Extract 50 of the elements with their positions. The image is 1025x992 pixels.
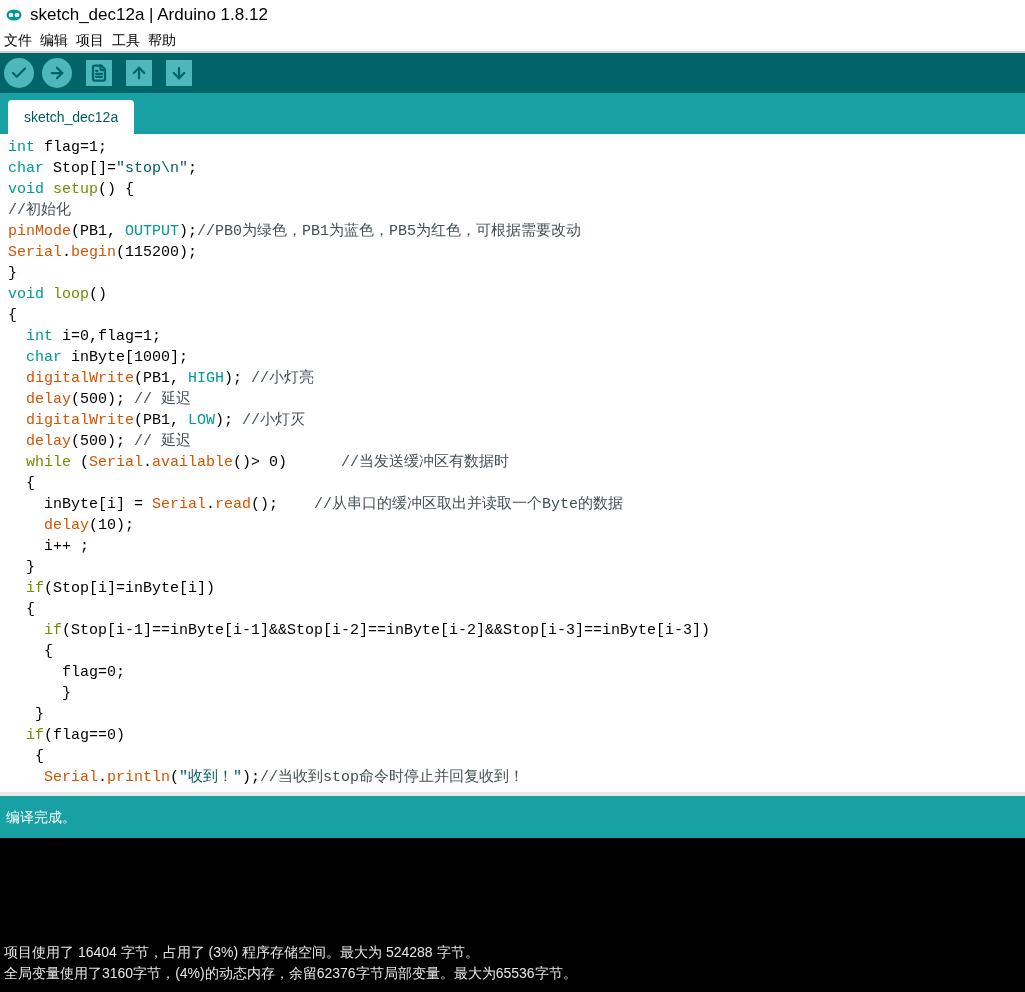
- console-line: 全局变量使用了3160字节，(4%)的动态内存，余留62376字节局部变量。最大为65536字节。: [4, 964, 577, 983]
- code-line: //初始化: [8, 200, 71, 221]
- code-line: Serial.println("收到！");//当收到stop命令时停止并回复收到！: [43, 767, 525, 788]
- code-line: void loop(): [8, 285, 108, 305]
- menu-item[interactable]: 文件: [4, 30, 32, 51]
- code-line: pinMode(PB1, OUTPUT);//PB0为绿色，PB1为蓝色，PB5为红色，可根据需要改动: [8, 221, 582, 242]
- arrow-down-icon: [170, 64, 188, 82]
- code-line: int flag=1;: [8, 138, 108, 158]
- code-line: delay(500); // 延迟: [25, 431, 192, 452]
- code-line: i++ ;: [43, 537, 89, 557]
- menu-item[interactable]: 帮助: [148, 30, 176, 51]
- code-line: }: [25, 558, 35, 578]
- verify-button[interactable]: [4, 58, 34, 88]
- status-message: 编译完成。: [6, 807, 76, 827]
- code-line: {: [43, 642, 53, 662]
- code-line: }: [61, 684, 71, 704]
- code-line: int i=0,flag=1;: [25, 327, 162, 347]
- save-button[interactable]: [166, 60, 192, 86]
- code-line: if(flag==0): [25, 726, 126, 746]
- new-button[interactable]: [86, 60, 112, 86]
- code-line: delay(10);: [43, 516, 135, 536]
- upload-button[interactable]: [42, 58, 72, 88]
- code-line: }: [34, 705, 44, 725]
- file-tab[interactable]: sketch_dec12a: [8, 100, 135, 134]
- code-line: inByte[i] = Serial.read(); //从串口的缓冲区取出并读取一个Byte的数据: [43, 494, 624, 515]
- menu-item[interactable]: 工具: [112, 30, 140, 51]
- code-line: void setup() {: [8, 180, 135, 200]
- open-button[interactable]: [126, 60, 152, 86]
- code-line: if(Stop[i-1]==inByte[i-1]&&Stop[i-2]==inByte[i-2]&&Stop[i-3]==inByte[i-3]): [43, 621, 711, 641]
- code-line: while (Serial.available()> 0) //当发送缓冲区有数据时: [25, 452, 510, 473]
- code-line: {: [25, 474, 35, 494]
- menu-item[interactable]: 项目: [76, 30, 104, 51]
- code-line: digitalWrite(PB1, LOW); //小灯灭: [25, 410, 306, 431]
- code-line: char inByte[1000];: [25, 348, 189, 368]
- document-icon: [90, 64, 108, 82]
- app-logo-icon: [6, 9, 22, 21]
- window-title: sketch_dec12a | Arduino 1.8.12: [30, 4, 268, 27]
- arrow-right-icon: [48, 64, 66, 82]
- console-line: 项目使用了 16404 字节，占用了 (3%) 程序存储空间。最大为 524288 字节。: [4, 943, 479, 962]
- code-line: char Stop[]="stop\n";: [8, 159, 198, 179]
- code-line: delay(500); // 延迟: [25, 389, 192, 410]
- code-line: flag=0;: [61, 663, 126, 683]
- code-line: Serial.begin(115200);: [8, 243, 198, 263]
- code-line: {: [25, 600, 35, 620]
- code-line: }: [8, 264, 17, 284]
- code-line: {: [8, 306, 17, 326]
- code-line: if(Stop[i]=inByte[i]): [25, 579, 216, 599]
- code-line: digitalWrite(PB1, HIGH); //小灯亮: [25, 368, 315, 389]
- menu-item[interactable]: 编辑: [40, 30, 68, 51]
- code-line: {: [34, 747, 44, 767]
